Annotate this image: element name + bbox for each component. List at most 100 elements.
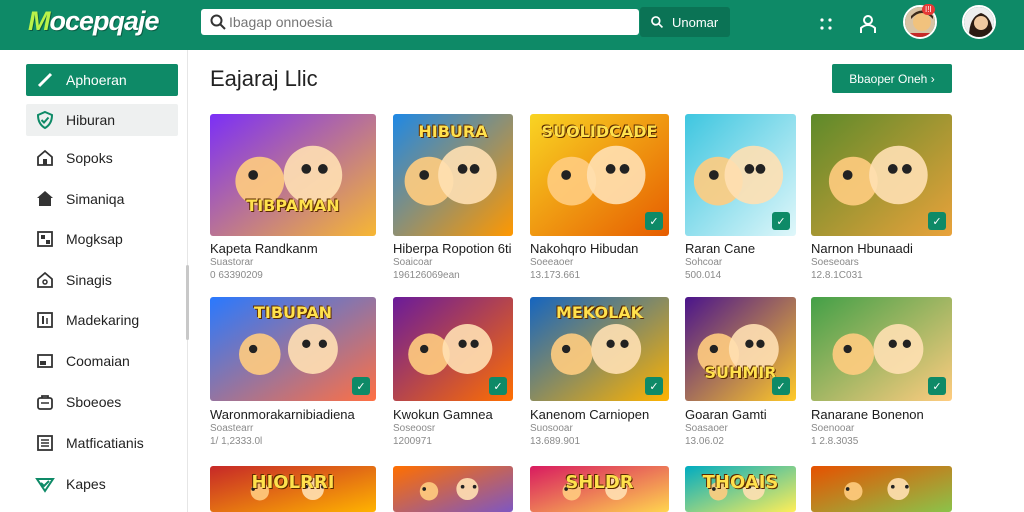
game-card[interactable] (811, 466, 952, 512)
game-card[interactable]: SUHMIR ✓ Goaran Gamti Soasaoer 13.06.02 (685, 297, 796, 467)
search-button-icon (651, 16, 664, 29)
game-thumbnail[interactable] (811, 466, 952, 512)
game-card[interactable]: TIBUPAN ✓ Waronmorakarnibiadiena Soastearr 1… (210, 297, 376, 467)
game-plays-count: 500.014 (685, 270, 722, 281)
app-logo[interactable]: Mocepqaje (28, 6, 160, 37)
game-art-title: MEKOLAK (555, 303, 644, 322)
game-art-title: TIBUPAN (253, 303, 333, 322)
game-thumbnail[interactable] (393, 466, 513, 512)
browse-button[interactable]: Bbaoper Oneh › (832, 64, 952, 93)
game-thumbnail[interactable] (210, 114, 376, 236)
sidebar-item-label: Madekaring (66, 312, 140, 328)
game-card[interactable]: TIBPAMAN Kapeta Randkanm Suastorar 0 633902… (210, 114, 376, 284)
info-box-icon (34, 309, 56, 331)
game-title[interactable]: Raran Cane (685, 241, 755, 256)
sidebar-item-aphoeran[interactable]: Aphoeran (26, 64, 178, 96)
sidebar-item-mogksap[interactable]: Mogksap (26, 223, 178, 255)
page-title: Eajaraj Llic (210, 66, 318, 91)
sidebar-item-sboeoes[interactable]: Sboeoes (26, 386, 178, 418)
game-publisher: Sohcoar (685, 257, 723, 268)
bag-icon (34, 391, 56, 413)
game-publisher: Suastorar (210, 257, 254, 268)
game-plays-count: 1/ 1,2333.0l (210, 436, 263, 447)
game-card[interactable]: MEKOLAK ✓ Kanenom Carniopen Suosooar 13.689.… (530, 297, 669, 467)
game-title[interactable]: Waronmorakarnibiadiena (210, 407, 355, 422)
apps-icon[interactable] (812, 10, 840, 38)
game-card[interactable]: HIOLRRI (210, 466, 376, 512)
game-title[interactable]: Narnon Hbunaadi (811, 241, 913, 256)
sidebar-item-coomaian[interactable]: Coomaian (26, 345, 178, 377)
game-card[interactable]: ✓ Narnon Hbunaadi Soeseoars 12.8.1C031 (811, 114, 952, 284)
house-icon (34, 188, 56, 210)
list-icon (34, 432, 56, 454)
game-title[interactable]: Goaran Gamti (685, 407, 767, 422)
game-title[interactable]: Nakohqro Hibudan (530, 241, 638, 256)
game-card[interactable]: ✓ Kwokun Gamnea Soseoosr 1200971 (393, 297, 513, 467)
window-icon (34, 350, 56, 372)
sidebar-item-hiburan[interactable]: Hiburan (26, 104, 178, 136)
game-art-title: HIBURA (418, 122, 488, 141)
game-art-title: HIOLRRI (251, 472, 335, 493)
chevron-check-icon (34, 473, 56, 495)
game-publisher: Soseoosr (393, 423, 436, 434)
sidebar-item-label: Matficatianis (66, 435, 144, 451)
game-publisher: Soastearr (210, 423, 254, 434)
game-title[interactable]: Kapeta Randkanm (210, 241, 318, 256)
verified-check-icon: ✓ (489, 377, 507, 395)
game-title[interactable]: Kanenom Carniopen (530, 407, 649, 422)
game-title[interactable]: Hiberpa Ropotion 6ti (393, 241, 512, 256)
search-input[interactable] (229, 11, 629, 33)
game-title[interactable]: Ranarane Bonenon (811, 407, 924, 422)
game-publisher: Soeseoars (811, 257, 859, 268)
game-plays-count: 0 63390209 (210, 270, 263, 281)
sidebar-item-simaniqa[interactable]: Simaniqa (26, 183, 178, 215)
game-plays-count: 13.689.901 (530, 436, 581, 447)
home-outline-icon (34, 269, 56, 291)
search-button[interactable]: Unomar (640, 7, 730, 37)
sidebar-scrollbar[interactable] (186, 265, 189, 340)
game-card[interactable] (393, 466, 513, 512)
verified-check-icon: ✓ (645, 377, 663, 395)
game-plays-count: 13.173.661 (530, 270, 581, 281)
verified-check-icon: ✓ (772, 212, 790, 230)
sidebar-item-kapes[interactable]: Kapes (26, 468, 178, 500)
verified-check-icon: ✓ (928, 212, 946, 230)
game-publisher: Suosooar (530, 423, 573, 434)
sidebar-item-madekaring[interactable]: Madekaring (26, 304, 178, 336)
game-card[interactable]: SUOLIDCADE ✓ Nakohqro Hibudan Soeeaoer 13.17… (530, 114, 669, 284)
avatar-user[interactable] (962, 5, 996, 39)
sidebar-item-label: Coomaian (66, 353, 130, 369)
game-art-title: SHLDR (565, 472, 634, 493)
game-title[interactable]: Kwokun Gamnea (393, 407, 493, 422)
game-publisher: Soaicoar (393, 257, 433, 268)
game-plays-count: 1200971 (393, 436, 432, 447)
game-card[interactable]: ✓ Ranarane Bonenon Soenooar 1 2.8.3035 (811, 297, 952, 467)
sidebar-item-matficatianis[interactable]: Matficatianis (26, 427, 178, 459)
game-card[interactable]: SHLDR (530, 466, 669, 512)
sidebar-item-sopoks[interactable]: Sopoks (26, 142, 178, 174)
game-card[interactable]: THOAIS (685, 466, 796, 512)
verified-check-icon: ✓ (352, 377, 370, 395)
game-card[interactable]: HIBURA Hiberpa Ropotion 6ti Soaicoar 196126… (393, 114, 513, 284)
game-art-title: TIBPAMAN (246, 196, 340, 215)
search-icon (209, 13, 227, 31)
shield-check-icon (34, 109, 56, 131)
search-button-label: Unomar (672, 14, 719, 30)
top-bar: Mocepqaje Unomar I!I (0, 0, 1024, 50)
game-plays-count: 196126069ean (393, 270, 460, 281)
user-icon[interactable] (854, 10, 882, 38)
verified-check-icon: ✓ (645, 212, 663, 230)
sidebar-item-label: Simaniqa (66, 191, 125, 207)
sidebar-item-label: Hiburan (66, 112, 116, 128)
game-art-title: SUOLIDCADE (541, 122, 658, 141)
pencil-icon (34, 69, 56, 91)
verified-check-icon: ✓ (772, 377, 790, 395)
sidebar-item-sinagis[interactable]: Sinagis (26, 264, 178, 296)
sidebar-item-label: Sopoks (66, 150, 113, 166)
home-icon (34, 147, 56, 169)
game-plays-count: 13.06.02 (685, 436, 724, 447)
game-publisher: Soenooar (811, 423, 855, 434)
game-art-title: THOAIS (702, 472, 779, 493)
game-card[interactable]: ✓ Raran Cane Sohcoar 500.014 (685, 114, 796, 284)
search-box (201, 9, 639, 35)
